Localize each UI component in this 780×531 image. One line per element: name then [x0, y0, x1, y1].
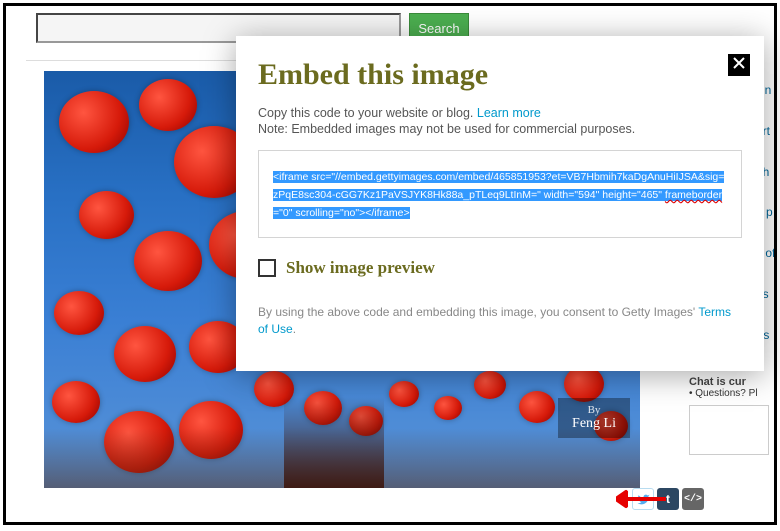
chat-box[interactable] [689, 405, 769, 455]
close-button[interactable] [728, 54, 750, 76]
chat-title: Chat is cur [689, 376, 774, 388]
modal-note: Note: Embedded images may not be used fo… [258, 122, 742, 136]
modal-title: Embed this image [258, 58, 742, 92]
photo-credit: By Feng Li [558, 398, 630, 438]
arrow-annotation [616, 489, 666, 514]
learn-more-link[interactable]: Learn more [477, 106, 541, 120]
embed-modal: Embed this image Copy this code to your … [236, 36, 764, 371]
preview-label: Show image preview [286, 258, 435, 278]
embed-code-box[interactable]: <iframe src="//embed.gettyimages.com/emb… [258, 150, 742, 238]
consent-text: By using the above code and embedding th… [258, 304, 742, 338]
chat-question: Questions? Pl [689, 388, 774, 399]
preview-checkbox[interactable] [258, 259, 276, 277]
chat-section: Chat is cur Questions? Pl [689, 376, 774, 455]
modal-copy-text: Copy this code to your website or blog. … [258, 106, 742, 120]
embed-button[interactable]: </> [682, 488, 704, 510]
